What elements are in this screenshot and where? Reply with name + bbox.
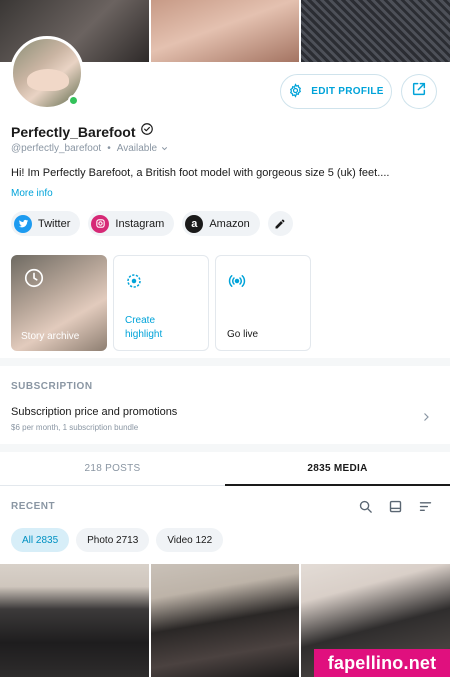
instagram-label: Instagram bbox=[115, 217, 165, 230]
section-divider-2 bbox=[0, 444, 450, 452]
live-broadcast-icon bbox=[227, 272, 247, 295]
media-thumbnail[interactable] bbox=[150, 564, 300, 677]
search-icon[interactable] bbox=[356, 497, 374, 515]
tab-media[interactable]: 2835 MEDIA bbox=[225, 452, 450, 486]
media-thumbnail[interactable] bbox=[0, 564, 149, 677]
cover-photo-2[interactable] bbox=[150, 0, 300, 62]
add-highlight-icon bbox=[125, 272, 143, 295]
recent-toolbar bbox=[356, 497, 434, 515]
history-icon bbox=[23, 267, 45, 294]
profile-handle: @perfectly_barefoot bbox=[11, 143, 102, 154]
handle-row: @perfectly_barefoot • Available bbox=[11, 143, 169, 154]
subscription-main-label: Subscription price and promotions bbox=[11, 406, 178, 418]
online-status-dot bbox=[68, 95, 79, 106]
recent-section-title: RECENT bbox=[11, 501, 56, 512]
edit-profile-label: EDIT PROFILE bbox=[311, 86, 384, 97]
amazon-link[interactable]: a Amazon bbox=[182, 211, 260, 236]
highlights-row: Story archive Create highlight Go live bbox=[11, 255, 311, 351]
tab-posts[interactable]: 218 POSTS bbox=[0, 452, 225, 485]
edit-profile-button[interactable]: EDIT PROFILE bbox=[280, 74, 392, 109]
availability-dropdown[interactable]: Available bbox=[117, 143, 169, 154]
share-button[interactable] bbox=[401, 74, 437, 109]
go-live-card[interactable]: Go live bbox=[215, 255, 311, 351]
edit-social-links-button[interactable] bbox=[267, 211, 293, 236]
instagram-link[interactable]: Instagram bbox=[88, 211, 175, 236]
layout-toggle-icon[interactable] bbox=[386, 497, 404, 515]
profile-name-row: Perfectly_Barefoot bbox=[11, 122, 154, 141]
twitter-link[interactable]: Twitter bbox=[11, 211, 81, 236]
filter-photo[interactable]: Photo 2713 bbox=[76, 528, 150, 552]
subscription-section-title: SUBSCRIPTION bbox=[11, 381, 93, 392]
sort-icon[interactable] bbox=[416, 497, 434, 515]
amazon-icon: a bbox=[185, 214, 204, 233]
chevron-down-icon bbox=[162, 147, 168, 151]
pencil-icon bbox=[275, 219, 285, 228]
subscription-settings-row[interactable]: Subscription price and promotions $6 per… bbox=[0, 396, 450, 444]
filter-video[interactable]: Video 122 bbox=[156, 528, 224, 552]
watermark-banner: fapellino.net bbox=[314, 649, 450, 677]
instagram-icon bbox=[91, 214, 110, 233]
story-archive-card[interactable]: Story archive bbox=[11, 255, 107, 351]
create-highlight-card[interactable]: Create highlight bbox=[113, 255, 209, 351]
subscription-detail: $6 per month, 1 subscription bundle bbox=[11, 423, 139, 432]
filter-all[interactable]: All 2835 bbox=[11, 528, 70, 552]
gear-icon bbox=[288, 82, 303, 101]
cover-photo-3[interactable] bbox=[301, 0, 450, 62]
story-archive-label: Story archive bbox=[21, 331, 80, 342]
chevron-right-icon bbox=[420, 410, 432, 429]
profile-bio: Hi! Im Perfectly Barefoot, a British foo… bbox=[11, 167, 390, 179]
go-live-label: Go live bbox=[227, 329, 259, 340]
amazon-label: Amazon bbox=[209, 217, 250, 230]
media-filters: All 2835 Photo 2713 Video 122 bbox=[11, 528, 224, 552]
separator-dot: • bbox=[107, 143, 111, 154]
share-icon bbox=[411, 81, 427, 102]
twitter-icon bbox=[14, 214, 32, 233]
section-divider bbox=[0, 358, 450, 366]
social-links: Twitter Instagram a Amazon bbox=[11, 211, 293, 236]
create-highlight-label: Create highlight bbox=[125, 315, 163, 340]
profile-name: Perfectly_Barefoot bbox=[11, 123, 136, 140]
content-tabs: 218 POSTS 2835 MEDIA bbox=[0, 452, 450, 486]
twitter-label: Twitter bbox=[38, 217, 71, 230]
more-info-link[interactable]: More info bbox=[11, 188, 53, 199]
availability-label: Available bbox=[116, 143, 158, 154]
verified-icon bbox=[140, 122, 154, 141]
